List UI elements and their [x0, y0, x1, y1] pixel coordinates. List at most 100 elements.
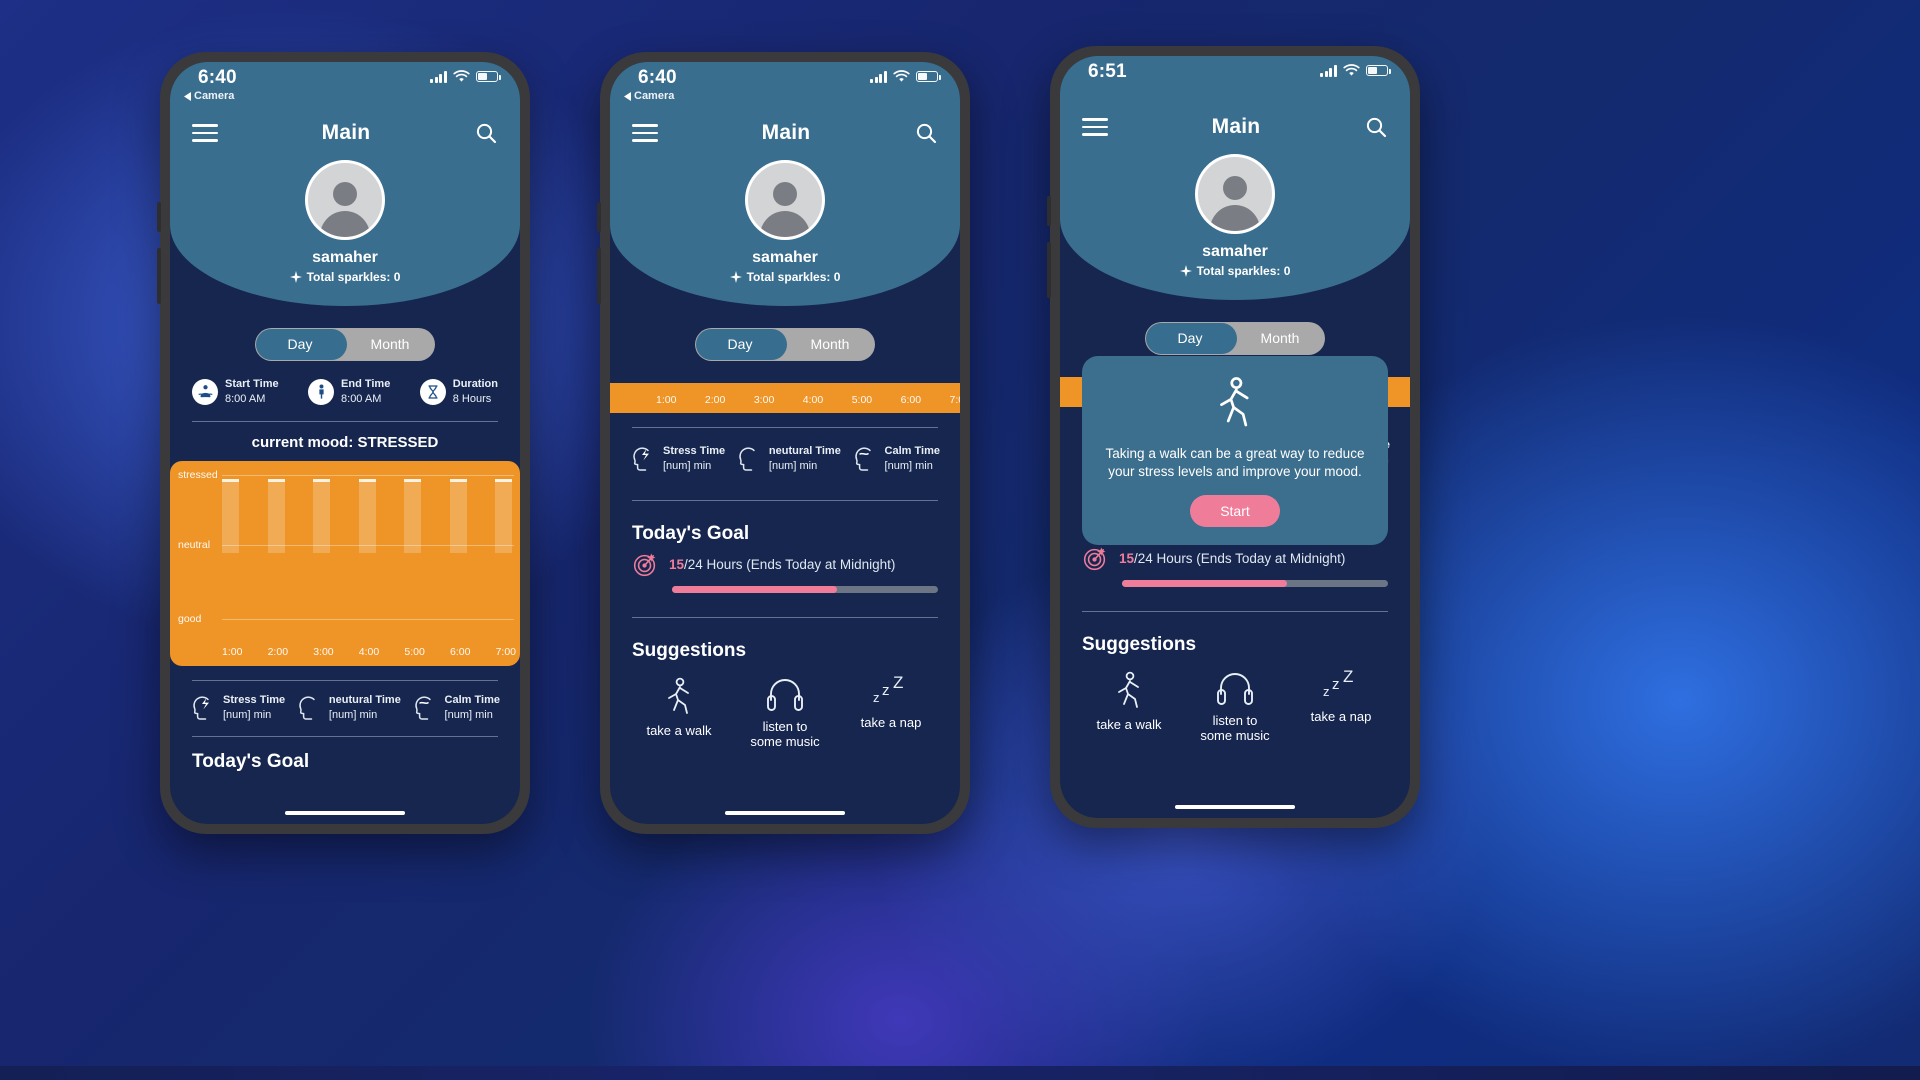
segment-day[interactable]: Day — [695, 328, 785, 361]
suggestion-take-a-nap[interactable]: z z Z take a nap — [1289, 670, 1394, 744]
suggestion-label: listen to some music — [750, 718, 820, 750]
stat-duration-label: Duration — [452, 378, 498, 390]
sparkles-label: Total sparkles: 0 — [306, 270, 401, 284]
phone-3-hero: 6:51 Main samaher Total sparkles: 0 — [1060, 56, 1410, 300]
wifi-icon — [893, 70, 910, 82]
stat-stress-time-value: [num] min — [663, 459, 712, 472]
chart-bars — [222, 478, 512, 624]
stat-stress-time-text: Stress Time [num] min — [223, 693, 285, 723]
stat-stress-time-value: [num] min — [223, 708, 272, 721]
status-indicators — [1320, 64, 1391, 77]
segment-day[interactable]: Day — [255, 328, 345, 361]
status-time: 6:40 — [198, 67, 237, 88]
stat-calm-time: Calm Time [num] min — [412, 693, 500, 723]
phone-3-navbar: Main — [1060, 102, 1410, 146]
hamburger-icon[interactable] — [192, 119, 218, 147]
chart-bar — [449, 478, 467, 553]
status-back-label: Camera — [634, 90, 675, 102]
day-month-segmented-control[interactable]: Day Month — [695, 328, 875, 361]
status-back-label: Camera — [194, 90, 235, 102]
chart-xtick: 3:00 — [313, 645, 334, 658]
segment-month[interactable]: Month — [1235, 322, 1325, 355]
page-title: Main — [761, 121, 811, 144]
stat-stress-time-label: Stress Time — [223, 693, 286, 706]
search-icon[interactable] — [914, 121, 938, 145]
search-icon[interactable] — [474, 121, 498, 145]
phone-3-status-bar: 6:51 — [1060, 56, 1410, 102]
goal-current-hours: 15 — [669, 556, 685, 572]
goal-progress-fill — [1122, 579, 1287, 587]
head-calm-icon — [854, 447, 871, 471]
chart-xtick: 7:00 — [949, 394, 960, 406]
segment-month[interactable]: Month — [345, 328, 435, 361]
search-icon[interactable] — [1364, 115, 1388, 139]
chart-bar — [495, 478, 512, 553]
sparkles-label: Total sparkles: 0 — [1196, 264, 1291, 278]
suggestion-label: take a nap — [860, 714, 922, 730]
status-indicators — [430, 70, 501, 83]
chart-xtick: 6:00 — [449, 645, 471, 658]
suggestion-listen-to-music[interactable]: listen to some music — [733, 676, 838, 750]
divider-2 — [632, 499, 938, 501]
chart-ylabel-neutral: neutral — [178, 538, 211, 551]
suggestion-take-a-nap[interactable]: z z Z take a nap — [839, 676, 944, 750]
phone-2: 6:40 Camera Main samaher Total sparkles:… — [597, 52, 970, 834]
headphones-icon — [1217, 672, 1253, 705]
stat-end-time-text: End Time 8:00 AM — [341, 377, 390, 407]
hamburger-icon[interactable] — [1082, 113, 1108, 141]
goal-current-hours: 15 — [1119, 550, 1135, 566]
suggestion-take-a-walk[interactable]: take a walk — [627, 676, 732, 750]
goal-text: 15/24 Hours (Ends Today at Midnight) — [669, 557, 895, 572]
segment-month[interactable]: Month — [785, 328, 875, 361]
divider-2 — [192, 679, 498, 681]
chart-bar — [222, 478, 239, 553]
stat-calm-time-label: Calm Time — [884, 445, 940, 457]
divider-3 — [632, 616, 938, 618]
mood-stats-row: Stress Time [num] min neutural Time [num… — [610, 428, 960, 474]
status-back-link[interactable]: Camera — [624, 90, 674, 102]
goal-progress-fill — [672, 585, 837, 593]
day-month-segmented-control[interactable]: Day Month — [255, 328, 435, 361]
avatar[interactable] — [305, 160, 385, 240]
stat-calm-time-value: [num] min — [884, 459, 933, 472]
phone-1: 6:40 Camera Main samaher Total sparkles:… — [157, 52, 530, 834]
day-month-segmented-control[interactable]: Day Month — [1145, 322, 1325, 355]
stat-duration-text: Duration 8 Hours — [453, 377, 498, 407]
background-bottom-strip — [0, 1066, 1920, 1080]
status-back-link[interactable]: Camera — [184, 90, 234, 102]
modal-message: Taking a walk can be a great way to redu… — [1105, 446, 1365, 480]
stat-start-time-value: 8:00 AM — [225, 392, 266, 405]
chart-xtick: 2:00 — [704, 394, 726, 406]
stat-neutral-time: neutural Time [num] min — [296, 693, 401, 723]
goal-rest-text: /24 Hours (Ends Today at Midnight) — [684, 556, 896, 572]
phone-2-hero: 6:40 Camera Main samaher Total sparkles:… — [610, 62, 960, 306]
suggestions-row: take a walk listen to some music z z Z t… — [610, 662, 960, 750]
walking-person-icon — [668, 677, 689, 714]
status-time: 6:51 — [1088, 61, 1127, 82]
chart-bar — [358, 478, 376, 553]
profile-block: samaher Total sparkles: 0 — [1060, 154, 1410, 278]
segment-day[interactable]: Day — [1145, 322, 1235, 355]
meditation-icon — [192, 378, 218, 405]
chart-xtick: 2:00 — [267, 645, 289, 658]
wifi-icon — [453, 70, 470, 82]
hamburger-icon[interactable] — [632, 119, 658, 147]
phone-2-navbar: Main — [610, 108, 960, 152]
phone-1-navbar: Main — [170, 108, 520, 152]
head-calm-icon — [414, 695, 431, 720]
goal-title: Today's Goal — [632, 522, 750, 544]
suggestion-listen-to-music[interactable]: listen to some music — [1183, 670, 1288, 744]
stat-duration-value: 8 Hours — [452, 392, 492, 405]
back-triangle-icon — [624, 91, 631, 101]
start-button[interactable]: Start — [1190, 495, 1280, 528]
home-indicator — [285, 810, 405, 815]
stat-neutral-time-label: neutural Time — [768, 445, 841, 457]
avatar[interactable] — [745, 160, 825, 240]
signal-icon — [1320, 64, 1337, 77]
chart-xtick: 3:00 — [753, 394, 775, 406]
suggestion-take-a-walk[interactable]: take a walk — [1077, 670, 1182, 744]
goal-progress-bar — [1122, 579, 1388, 587]
profile-block: samaher Total sparkles: 0 — [170, 160, 520, 284]
avatar[interactable] — [1195, 154, 1275, 234]
suggestions-title: Suggestions — [1082, 633, 1197, 655]
